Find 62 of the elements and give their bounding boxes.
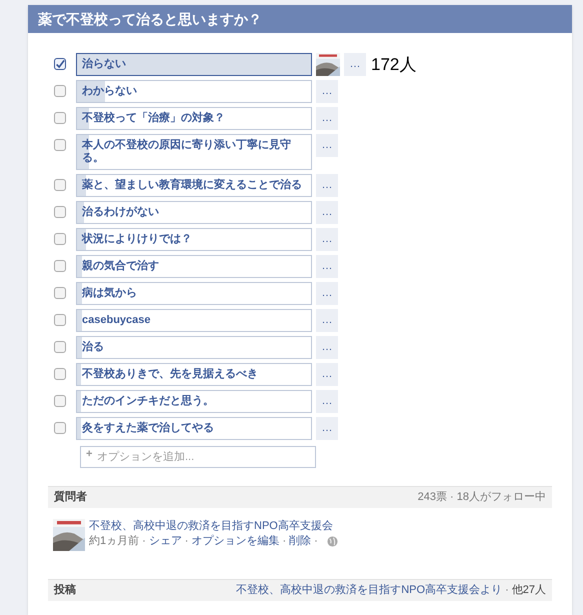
checkbox[interactable]	[54, 58, 66, 70]
checkbox[interactable]	[54, 368, 66, 380]
option-bar[interactable]: casebuycase	[76, 309, 312, 332]
more-button[interactable]: …	[316, 228, 338, 251]
option-bar[interactable]: 薬と、望ましい教育環境に変えることで治る	[76, 174, 312, 197]
option-bar[interactable]: 治らない	[76, 53, 312, 76]
separator: ·	[505, 583, 509, 598]
checkbox[interactable]	[54, 314, 66, 326]
globe-icon	[326, 536, 338, 547]
more-button[interactable]: …	[316, 417, 338, 440]
action-link[interactable]: 削除	[289, 534, 312, 549]
more-button[interactable]: …	[316, 363, 338, 386]
dialog-title: 薬で不登校って治ると思いますか？	[28, 5, 572, 33]
option-bar[interactable]: わからない	[76, 80, 312, 103]
option-bar[interactable]: 不登校って「治療」の対象？	[76, 107, 312, 130]
more-button[interactable]: …	[316, 134, 338, 157]
more-button[interactable]: …	[344, 53, 366, 76]
checkbox[interactable]	[54, 206, 66, 218]
time-text: 約1ヵ月前	[89, 534, 140, 549]
option-bar[interactable]: 病は気から	[76, 282, 312, 305]
option-bar[interactable]: 治る	[76, 336, 312, 359]
asker-link[interactable]: 不登校、高校中退の救済を目指すNPO高卒支援会	[89, 519, 338, 534]
more-button[interactable]: …	[316, 255, 338, 278]
more-button[interactable]: …	[316, 107, 338, 130]
checkbox[interactable]	[54, 422, 66, 434]
option-bar[interactable]: 灸をすえた薬で治してやる	[76, 417, 312, 440]
more-button[interactable]: …	[316, 80, 338, 103]
section-title: 質問者	[54, 490, 87, 506]
option-bar[interactable]: 不登校ありきで、先を見据えるべき	[76, 363, 312, 386]
checkbox[interactable]	[54, 341, 66, 353]
others-text: 他27人	[512, 583, 546, 598]
checkbox[interactable]	[54, 179, 66, 191]
check-icon	[55, 58, 65, 70]
action-link[interactable]: シェア	[148, 534, 182, 549]
option-bar[interactable]: 治るわけがない	[76, 201, 312, 224]
vote-count: 172人	[371, 54, 416, 76]
separator: ·	[184, 534, 188, 549]
section-title: 投稿	[54, 582, 76, 598]
checkbox[interactable]	[54, 233, 66, 245]
more-button[interactable]: …	[316, 309, 338, 332]
option-bar[interactable]: 状況によりけりでは？	[76, 228, 312, 251]
separator: ·	[282, 534, 286, 549]
checkbox[interactable]	[54, 395, 66, 407]
more-button[interactable]: …	[316, 390, 338, 413]
source-link[interactable]: 不登校、高校中退の救済を目指すNPO高卒支援会より	[236, 582, 502, 599]
action-link[interactable]: オプションを編集	[191, 534, 280, 549]
more-button[interactable]: …	[316, 336, 338, 359]
more-button[interactable]: …	[316, 174, 338, 197]
option-bar[interactable]: 本人の不登校の原因に寄り添い丁寧に見守る。	[76, 134, 312, 170]
checkbox[interactable]	[54, 139, 66, 151]
checkbox[interactable]	[54, 112, 66, 124]
option-bar[interactable]: 親の気合で治す	[76, 255, 312, 278]
stats-text: 243票 · 18人がフォロー中	[418, 490, 546, 506]
separator: ·	[314, 534, 318, 549]
checkbox[interactable]	[54, 260, 66, 272]
checkbox[interactable]	[54, 85, 66, 97]
more-button[interactable]: …	[316, 201, 338, 224]
plus-icon: +	[86, 448, 92, 461]
separator: ·	[142, 534, 146, 549]
option-bar[interactable]: ただのインチキだと思う。	[76, 390, 312, 413]
checkbox[interactable]	[54, 287, 66, 299]
more-button[interactable]: …	[316, 282, 338, 305]
